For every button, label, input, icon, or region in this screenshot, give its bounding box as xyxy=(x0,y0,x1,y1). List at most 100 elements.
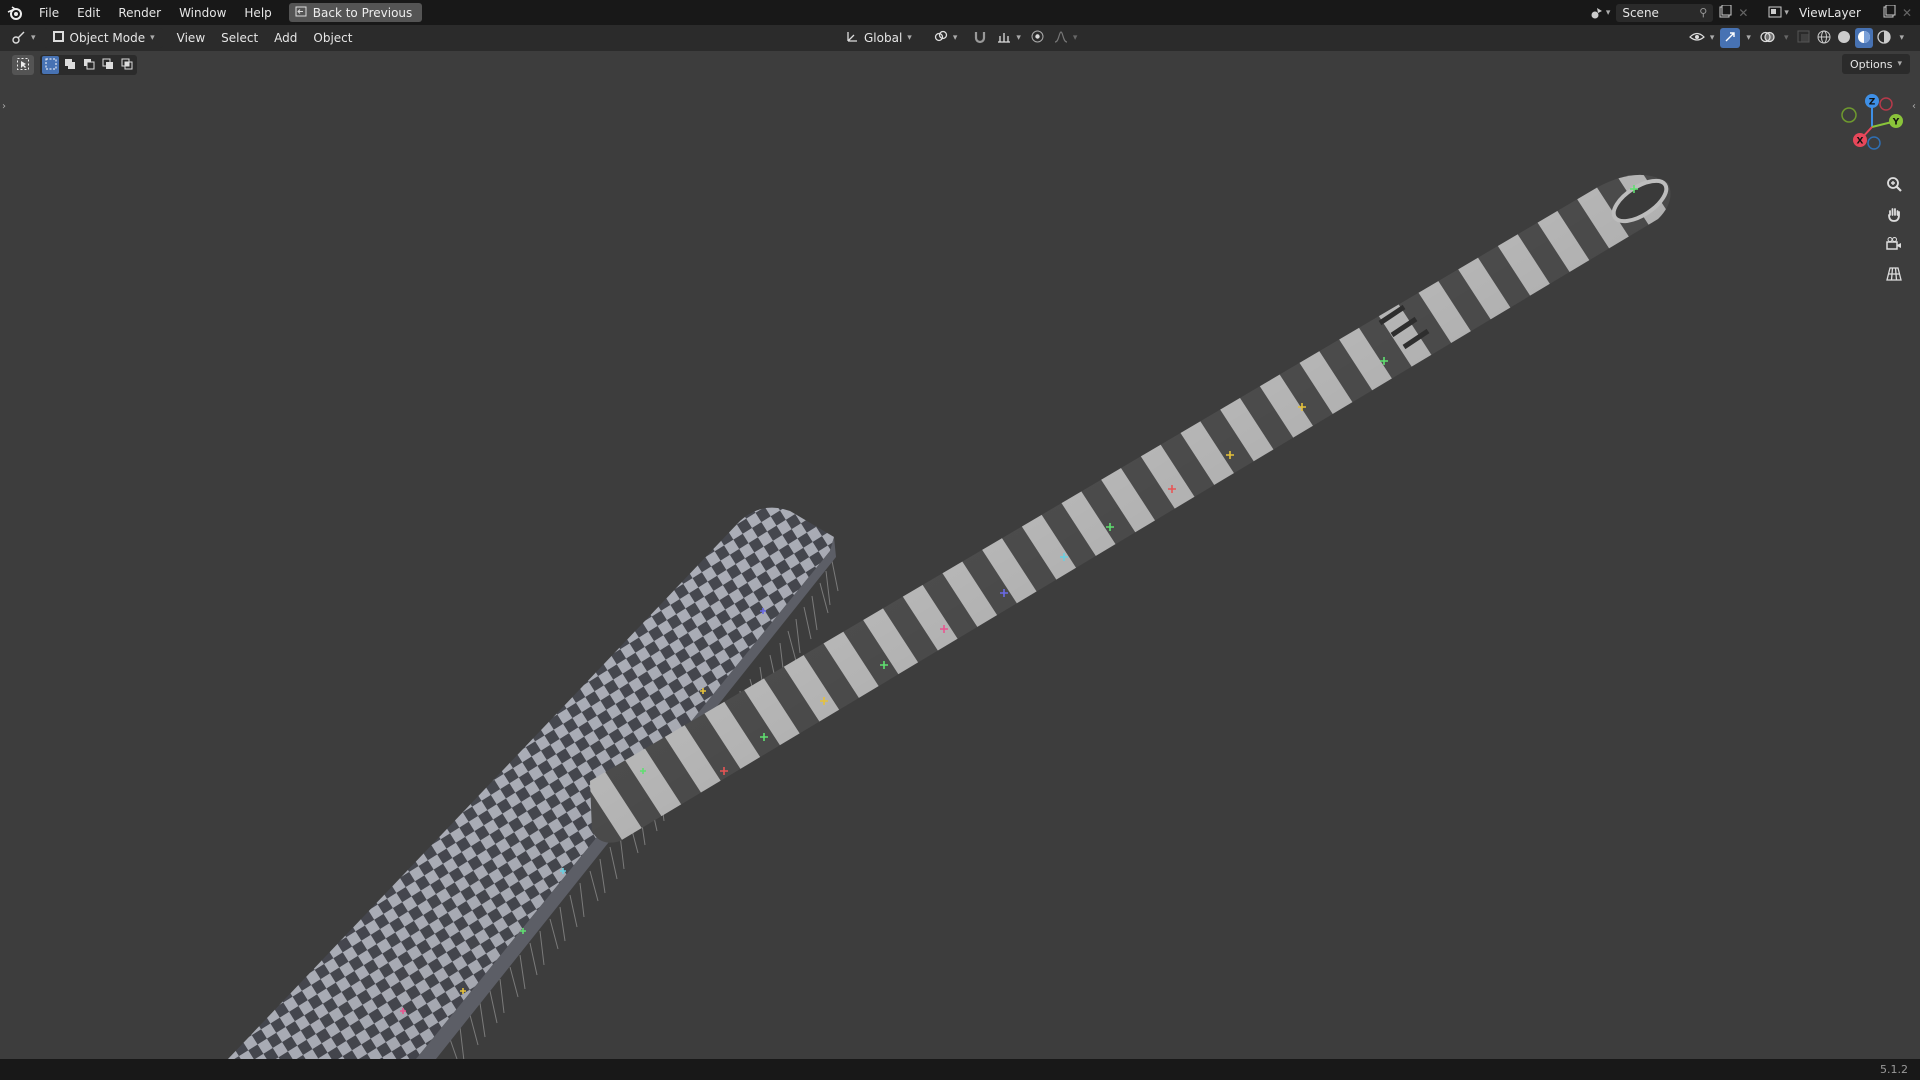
top-menu-bar: File Edit Render Window Help Back to Pre… xyxy=(0,0,1920,25)
new-scene-icon[interactable] xyxy=(1713,4,1738,21)
proportional-circle-icon xyxy=(1031,30,1044,46)
camera-view-button[interactable] xyxy=(1882,233,1906,257)
grid-perspective-icon xyxy=(1886,266,1902,285)
object-mode-icon xyxy=(52,30,65,46)
material-sphere-icon xyxy=(1857,30,1871,47)
select-new-icon xyxy=(45,58,57,73)
object-mode-label: Object Mode xyxy=(69,31,146,45)
object-mode-dropdown[interactable]: Object Mode ▾ xyxy=(43,28,163,48)
visibility-dropdown[interactable]: ▾ xyxy=(1685,28,1719,48)
menu-select[interactable]: Select xyxy=(213,28,266,48)
selection-mode-group xyxy=(40,55,137,75)
select-new-button[interactable] xyxy=(42,56,59,74)
menu-edit[interactable]: Edit xyxy=(68,6,109,20)
shading-solid-button[interactable] xyxy=(1835,28,1853,48)
zoom-button[interactable] xyxy=(1882,173,1906,197)
magnet-icon xyxy=(973,30,987,47)
back-icon xyxy=(295,6,307,20)
menu-add[interactable]: Add xyxy=(266,28,305,48)
new-viewlayer-icon[interactable] xyxy=(1877,4,1902,21)
menu-object[interactable]: Object xyxy=(305,28,360,48)
close-scene-icon[interactable]: ✕ xyxy=(1738,6,1756,20)
menu-help[interactable]: Help xyxy=(235,6,280,20)
scene-type-icon[interactable]: ▾ xyxy=(1584,6,1617,20)
camera-icon xyxy=(1886,236,1902,255)
options-label: Options xyxy=(1850,57,1893,71)
proportional-editing-toggle[interactable] xyxy=(1029,28,1046,48)
striped-tube-mesh[interactable] xyxy=(590,173,1673,843)
viewport-scene xyxy=(228,173,1673,1059)
xray-icon xyxy=(1797,30,1810,46)
orientation-axes-icon xyxy=(846,30,859,46)
options-dropdown[interactable]: Options ▾ xyxy=(1842,54,1910,74)
proportional-falloff-dropdown[interactable]: ▾ xyxy=(1052,28,1080,48)
snap-target-dropdown[interactable]: ▾ xyxy=(995,28,1023,48)
viewlayer-type-icon[interactable]: ▾ xyxy=(1756,6,1793,19)
transform-orientation-label: Global xyxy=(864,31,903,45)
select-extend-button[interactable] xyxy=(61,56,78,74)
hand-pan-icon xyxy=(1886,206,1902,225)
perspective-toggle-button[interactable] xyxy=(1882,263,1906,287)
3d-viewport-icon xyxy=(12,30,26,47)
transform-orientation-dropdown[interactable]: Global ▾ xyxy=(838,28,920,48)
status-bar: 5.1.2 xyxy=(0,1059,1920,1080)
viewport-header: ▾ Object Mode ▾ View Select Add Object G… xyxy=(0,25,1920,51)
gizmo-y-label: Y xyxy=(1892,118,1900,128)
overlays-circles-icon xyxy=(1760,30,1775,47)
overlays-dropdown[interactable]: ▾ xyxy=(1780,28,1793,48)
tool-header xyxy=(12,54,137,76)
falloff-curve-icon xyxy=(1054,30,1068,46)
menu-render[interactable]: Render xyxy=(109,6,170,20)
navigation-gizmo[interactable]: Z Y X xyxy=(1836,91,1908,163)
menu-file[interactable]: File xyxy=(30,6,68,20)
xray-toggle[interactable] xyxy=(1794,28,1813,48)
rendered-sphere-icon xyxy=(1877,29,1892,47)
shading-rendered-button[interactable] xyxy=(1875,28,1893,48)
toolbar-expand-arrow-icon[interactable]: › xyxy=(2,101,6,112)
pin-icon[interactable]: ⚲ xyxy=(1699,6,1707,19)
shading-wireframe-button[interactable] xyxy=(1815,28,1833,48)
select-intersect-button[interactable] xyxy=(118,56,135,74)
snap-toggle[interactable] xyxy=(971,28,989,48)
blender-logo-icon[interactable] xyxy=(0,5,30,20)
select-tool-button[interactable] xyxy=(12,55,34,75)
scene-selector[interactable]: Scene ⚲ xyxy=(1616,3,1714,22)
shading-dropdown[interactable]: ▾ xyxy=(1895,28,1908,48)
pivot-point-dropdown[interactable]: ▾ xyxy=(926,28,966,48)
solid-sphere-icon xyxy=(1837,30,1851,47)
editor-type-button[interactable]: ▾ xyxy=(0,28,44,48)
zoom-icon xyxy=(1886,176,1902,195)
gizmo-neg-x-handle xyxy=(1879,97,1893,111)
close-viewlayer-icon[interactable]: ✕ xyxy=(1902,6,1920,20)
back-to-previous-label: Back to Previous xyxy=(312,5,413,20)
gizmo-x-label: X xyxy=(1857,137,1864,147)
3d-viewport[interactable]: Options ▾ › ‹ Z Y X xyxy=(0,51,1920,1059)
viewlayer-selector[interactable]: ViewLayer xyxy=(1793,4,1877,22)
snap-increment-icon xyxy=(997,31,1011,46)
wireframe-sphere-icon xyxy=(1817,30,1831,47)
checker-strip-mesh[interactable] xyxy=(228,507,836,1059)
menu-view[interactable]: View xyxy=(169,28,213,48)
back-to-previous-button[interactable]: Back to Previous xyxy=(288,3,423,22)
sidebar-expand-arrow-icon[interactable]: ‹ xyxy=(1912,101,1916,112)
select-intersect-icon xyxy=(121,58,133,73)
select-subtract-icon xyxy=(83,58,95,73)
gizmo-neg-z-handle xyxy=(1867,136,1881,150)
gizmo-neg-y-handle xyxy=(1841,107,1857,123)
pivot-link-icon xyxy=(934,30,948,46)
eye-selectability-icon xyxy=(1688,30,1705,46)
gizmo-dropdown[interactable]: ▾ xyxy=(1742,28,1755,48)
select-invert-button[interactable] xyxy=(99,56,116,74)
select-subtract-button[interactable] xyxy=(80,56,97,74)
cursor-arrow-icon xyxy=(17,57,29,73)
viewlayer-name: ViewLayer xyxy=(1798,5,1861,20)
overlays-toggle[interactable] xyxy=(1757,28,1778,48)
gizmo-z-label: Z xyxy=(1869,98,1876,108)
scene-name: Scene xyxy=(1622,5,1659,20)
pan-button[interactable] xyxy=(1882,203,1906,227)
version-label: 5.1.2 xyxy=(1880,1063,1908,1076)
menu-window[interactable]: Window xyxy=(170,6,235,20)
shading-material-button[interactable] xyxy=(1855,28,1874,48)
select-invert-icon xyxy=(102,58,114,73)
gizmo-toggle[interactable] xyxy=(1720,28,1741,48)
